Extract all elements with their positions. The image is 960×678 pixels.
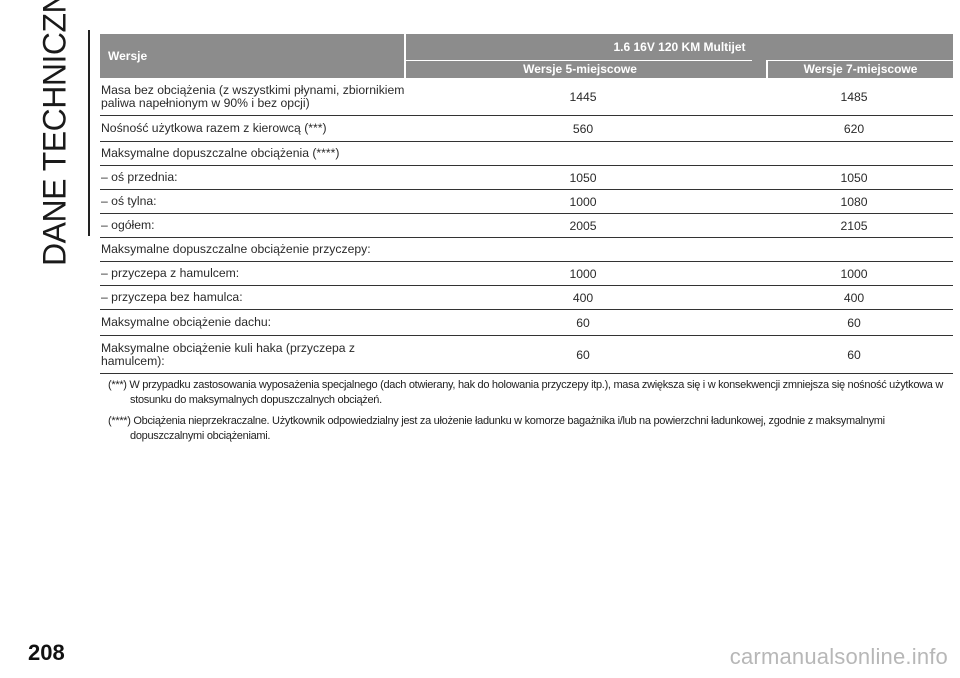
row-label: Maksymalne obciążenie kuli haka (przycze… xyxy=(101,340,356,368)
table-body: Masa bez obciążenia (z wszystkimi płynam… xyxy=(100,78,953,374)
value-7-seat: 2105 xyxy=(840,218,868,233)
row-label: – oś tylna: xyxy=(101,194,157,208)
row-label: Maksymalne dopuszczalne obciążenia (****… xyxy=(101,146,340,160)
header-7-seat: Wersje 7-miejscowe xyxy=(766,60,953,78)
section-title: DANE TECHNICZNE xyxy=(26,0,84,266)
value-5-seat: 60 xyxy=(576,347,590,362)
row-label: Masa bez obciążenia (z wszystkimi płynam… xyxy=(101,82,405,110)
section-title-text: DANE TECHNICZNE xyxy=(36,0,73,266)
value-7-seat: 60 xyxy=(847,315,861,330)
row-label: Maksymalne obciążenie dachu: xyxy=(101,315,272,329)
value-7-seat: 60 xyxy=(847,347,861,362)
table-row: Maksymalne dopuszczalne obciążenia (****… xyxy=(100,142,953,166)
table-row: – oś przednia: 1050 1050 xyxy=(100,166,953,190)
table-row: Nośność użytkowa razem z kierowcą (***) 5… xyxy=(100,116,953,142)
value-7-seat: 1485 xyxy=(840,89,868,104)
value-5-seat: 1000 xyxy=(569,266,597,281)
footnotes: (***) W przypadku zastosowania wyposażen… xyxy=(108,378,948,450)
value-7-seat: 1080 xyxy=(840,194,868,209)
row-label: – przyczepa z hamulcem: xyxy=(101,266,240,280)
row-label: – ogółem: xyxy=(101,218,155,232)
header-versions: Wersje xyxy=(100,34,406,78)
header-gap xyxy=(752,60,766,78)
footnote-4-stars: (****) Obciążenia nieprzekraczalne. Użyt… xyxy=(108,415,885,442)
table-row: Maksymalne obciążenie dachu: 60 60 xyxy=(100,310,953,336)
value-5-seat: 60 xyxy=(576,315,590,330)
table-row: – ogółem: 2005 2105 xyxy=(100,214,953,238)
header-engine: 1.6 16V 120 KM Multijet xyxy=(406,34,953,61)
row-label: Nośność użytkowa razem z kierowcą (***) xyxy=(101,121,327,135)
value-5-seat: 400 xyxy=(572,290,594,305)
value-5-seat: 1445 xyxy=(569,89,597,104)
value-5-seat: 2005 xyxy=(569,218,597,233)
table-row: – przyczepa z hamulcem: 1000 1000 xyxy=(100,262,953,286)
weights-table: Wersje 1.6 16V 120 KM Multijet Wersje 5-… xyxy=(100,34,953,374)
value-7-seat: 620 xyxy=(843,121,865,136)
table-header: Wersje 1.6 16V 120 KM Multijet Wersje 5-… xyxy=(100,34,953,78)
value-5-seat: 1000 xyxy=(569,194,597,209)
value-5-seat: 1050 xyxy=(569,170,597,185)
row-label: – oś przednia: xyxy=(101,170,178,184)
table-row: Masa bez obciążenia (z wszystkimi płynam… xyxy=(100,78,953,116)
value-7-seat: 1000 xyxy=(840,266,868,281)
value-7-seat: 400 xyxy=(843,290,865,305)
header-5-seat: Wersje 5-miejscowe xyxy=(408,60,754,78)
value-5-seat: 560 xyxy=(572,121,594,136)
page-number: 208 xyxy=(28,640,65,665)
row-label: Maksymalne dopuszczalne obciążenie przyc… xyxy=(101,242,371,256)
table-row: – przyczepa bez hamulca: 400 400 xyxy=(100,286,953,310)
row-label: – przyczepa bez hamulca: xyxy=(101,290,243,304)
value-7-seat: 1050 xyxy=(840,170,868,185)
table-row: Maksymalne obciążenie kuli haka (przycze… xyxy=(100,336,953,374)
footnote-3-stars: (***) W przypadku zastosowania wyposażen… xyxy=(108,379,944,406)
table-row: Maksymalne dopuszczalne obciążenie przyc… xyxy=(100,238,953,262)
watermark: carmanualsonline.info xyxy=(729,644,948,669)
section-divider xyxy=(88,30,90,236)
table-row: – oś tylna: 1000 1080 xyxy=(100,190,953,214)
